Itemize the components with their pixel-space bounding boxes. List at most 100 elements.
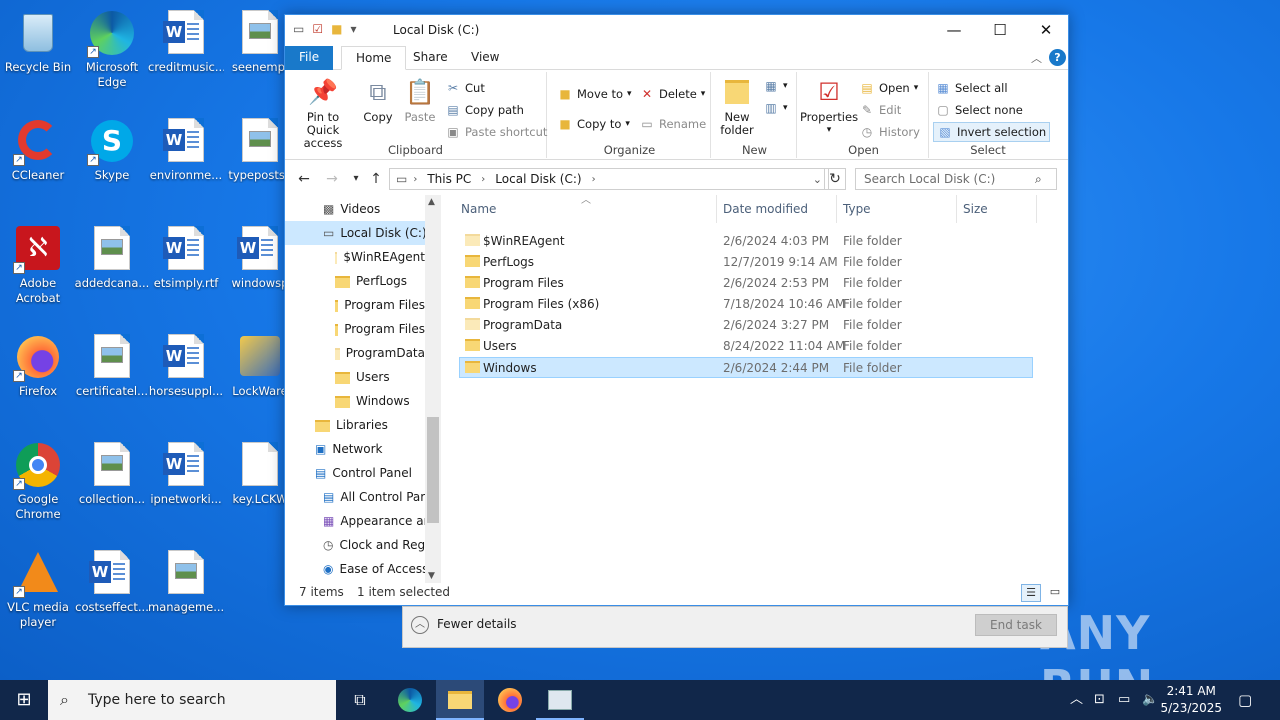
chevron-up-icon[interactable]: ︿ [411,616,429,634]
recent-locations-button[interactable]: ▾ [345,169,367,189]
select-all-button[interactable]: ▦ Select all [935,78,1007,98]
scroll-down-icon[interactable]: ▼ [428,571,435,581]
desktop-icon-vlc[interactable]: ↗ VLC media player [0,544,76,648]
nav-item-network[interactable]: ▣ Network [315,437,425,461]
desktop-icon-skype[interactable]: S ↗ Skype [74,112,150,216]
move-to-button[interactable]: ■ Move to ▾ [557,84,631,104]
fewer-details-link[interactable]: Fewer details [437,617,517,631]
nav-item-program-files-x86[interactable]: Program Files [335,317,425,341]
desktop-icon-ipnetworki[interactable]: W ipnetworki... [148,436,224,540]
edit-button[interactable]: ✎ Edit [859,100,901,120]
breadcrumb-this-pc[interactable]: This PC [427,172,471,186]
table-row[interactable]: PerfLogs 12/7/2019 9:14 AM File folder [459,252,1033,273]
nav-item-clock-region[interactable]: ◷ Clock and Regi [323,533,425,557]
desktop-icon-edge[interactable]: ↗ Microsoft Edge [74,4,150,108]
nav-item-libraries[interactable]: Libraries [315,413,425,437]
table-row[interactable]: Program Files (x86) 7/18/2024 10:46 AM F… [459,294,1033,315]
history-button[interactable]: ◷ History [859,122,920,142]
desktop-icon-manageme[interactable]: manageme... [148,544,224,648]
scroll-up-icon[interactable]: ▲ [428,197,435,207]
back-button[interactable]: ← [293,169,315,189]
nav-item-winreagent[interactable]: $WinREAgent [335,245,425,269]
cut-button[interactable]: ✂ Cut [445,78,485,98]
delete-button[interactable]: ✕ Delete ▾ [639,84,705,104]
breadcrumb-local-disk[interactable]: Local Disk (C:) [495,172,581,186]
nav-item-videos[interactable]: ▩ Videos [323,197,425,221]
column-header-type[interactable]: Type [837,195,957,223]
invert-selection-button[interactable]: ▧ Invert selection [933,122,1051,142]
collapse-ribbon-icon[interactable]: ︿ [1031,50,1042,66]
taskbar-clock[interactable]: 2:41 AM 5/23/2025 [1160,683,1222,717]
desktop-icon-environme[interactable]: W environme... [148,112,224,216]
tab-file[interactable]: File [285,46,334,70]
tab-share[interactable]: Share [399,46,462,70]
easy-access-button[interactable]: ▥ ▾ [763,98,787,118]
nav-item-all-control-panel[interactable]: ▤ All Control Par [323,485,425,509]
close-button[interactable]: ✕ [1023,15,1069,45]
desktop-icon-google-chrome[interactable]: ↗ Google Chrome [0,436,76,540]
desktop-icon-collection[interactable]: collection... [74,436,150,540]
tab-home[interactable]: Home [341,46,407,70]
help-icon[interactable]: ? [1049,49,1066,66]
tab-view[interactable]: View [457,46,513,70]
nav-item-local-disk[interactable]: ▭ Local Disk (C:) [285,221,425,245]
large-icons-view-icon[interactable]: ▭ [1045,584,1065,602]
open-button[interactable]: ▤ Open ▾ [859,78,918,98]
details-view-icon[interactable]: ☰ [1021,584,1041,602]
volume-icon[interactable]: 🔈 [1142,680,1158,720]
refresh-button[interactable]: ↻ [824,168,846,190]
tray-app-icon[interactable]: ⊡ [1094,680,1105,720]
new-folder-button[interactable]: New folder [717,76,757,137]
start-button[interactable]: ⊞ [0,680,48,720]
task-view-button[interactable]: ⧉ [336,680,384,720]
nav-item-windows[interactable]: Windows [335,389,425,413]
taskbar-file-explorer[interactable] [436,680,484,720]
nav-item-program-files[interactable]: Program Files [335,293,425,317]
title-bar[interactable]: ▭ ☑ ■ ▾ Local Disk (C:) — ☐ ✕ [285,15,1068,45]
desktop-icon-horsesuppl[interactable]: W horsesuppl... [148,328,224,432]
navigation-scrollbar[interactable]: ▲ ▼ [425,195,441,583]
desktop-icon-certificatel[interactable]: certificatel... [74,328,150,432]
nav-item-users[interactable]: Users [335,365,425,389]
desktop-icon-firefox[interactable]: ↗ Firefox [0,328,76,432]
new-folder-qat-icon[interactable]: ■ [331,22,342,36]
nav-item-perflogs[interactable]: PerfLogs [335,269,425,293]
end-task-button[interactable]: End task [975,614,1057,636]
properties-qat-icon[interactable]: ☑ [312,22,323,36]
forward-button[interactable]: → [321,169,343,189]
desktop-icon-addedcana[interactable]: addedcana... [74,220,150,324]
notifications-icon[interactable]: ▢ [1238,680,1252,720]
desktop-icon-costseffect[interactable]: W costseffect... [74,544,150,648]
show-hidden-icons[interactable]: ︿ [1070,680,1083,720]
qat-dropdown-icon[interactable]: ▾ [350,22,356,36]
nav-item-control-panel[interactable]: ▤ Control Panel [315,461,425,485]
up-button[interactable]: ↑ [365,169,387,189]
properties-button[interactable]: ☑ Properties ▾ [800,76,858,137]
desktop-icon-creditmusic[interactable]: W creditmusic... [148,4,224,108]
copy-path-button[interactable]: ▤ Copy path [445,100,524,120]
column-header-size[interactable]: Size [957,195,1037,223]
column-header-date[interactable]: Date modified [717,195,837,223]
column-header-name[interactable]: Name [455,195,717,223]
taskbar-task-manager[interactable] [536,680,584,720]
copy-to-button[interactable]: ■ Copy to ▾ [557,114,630,134]
pin-to-quick-access-button[interactable]: 📌 Pin to Quick access [291,76,355,150]
address-bar[interactable]: ▭ › This PC › Local Disk (C:) › ⌄ [389,168,829,190]
new-item-button[interactable]: ▦ ▾ [763,76,787,96]
address-dropdown-icon[interactable]: ⌄ [813,173,822,186]
minimize-button[interactable]: — [931,15,977,45]
paste-shortcut-button[interactable]: ▣ Paste shortcut [445,122,547,142]
desktop-icon-recycle-bin[interactable]: Recycle Bin [0,4,76,108]
desktop-icon-ccleaner[interactable]: ↗ CCleaner [0,112,76,216]
table-row[interactable]: Users 8/24/2022 11:04 AM File folder [459,336,1033,357]
copy-button[interactable]: ⧉ Copy [359,76,397,124]
taskbar-edge[interactable] [386,680,434,720]
maximize-button[interactable]: ☐ [977,15,1023,45]
desktop-icon-adobe-acrobat[interactable]: ℵ ↗ Adobe Acrobat [0,220,76,324]
scrollbar-thumb[interactable] [427,417,439,523]
nav-item-ease-of-access[interactable]: ◉ Ease of Access [323,557,425,581]
taskbar-search-input[interactable]: ⌕ Type here to search [48,680,336,720]
search-input[interactable]: Search Local Disk (C:) [855,168,1057,190]
taskbar-firefox[interactable] [486,680,534,720]
nav-item-appearance[interactable]: ▦ Appearance an [323,509,425,533]
